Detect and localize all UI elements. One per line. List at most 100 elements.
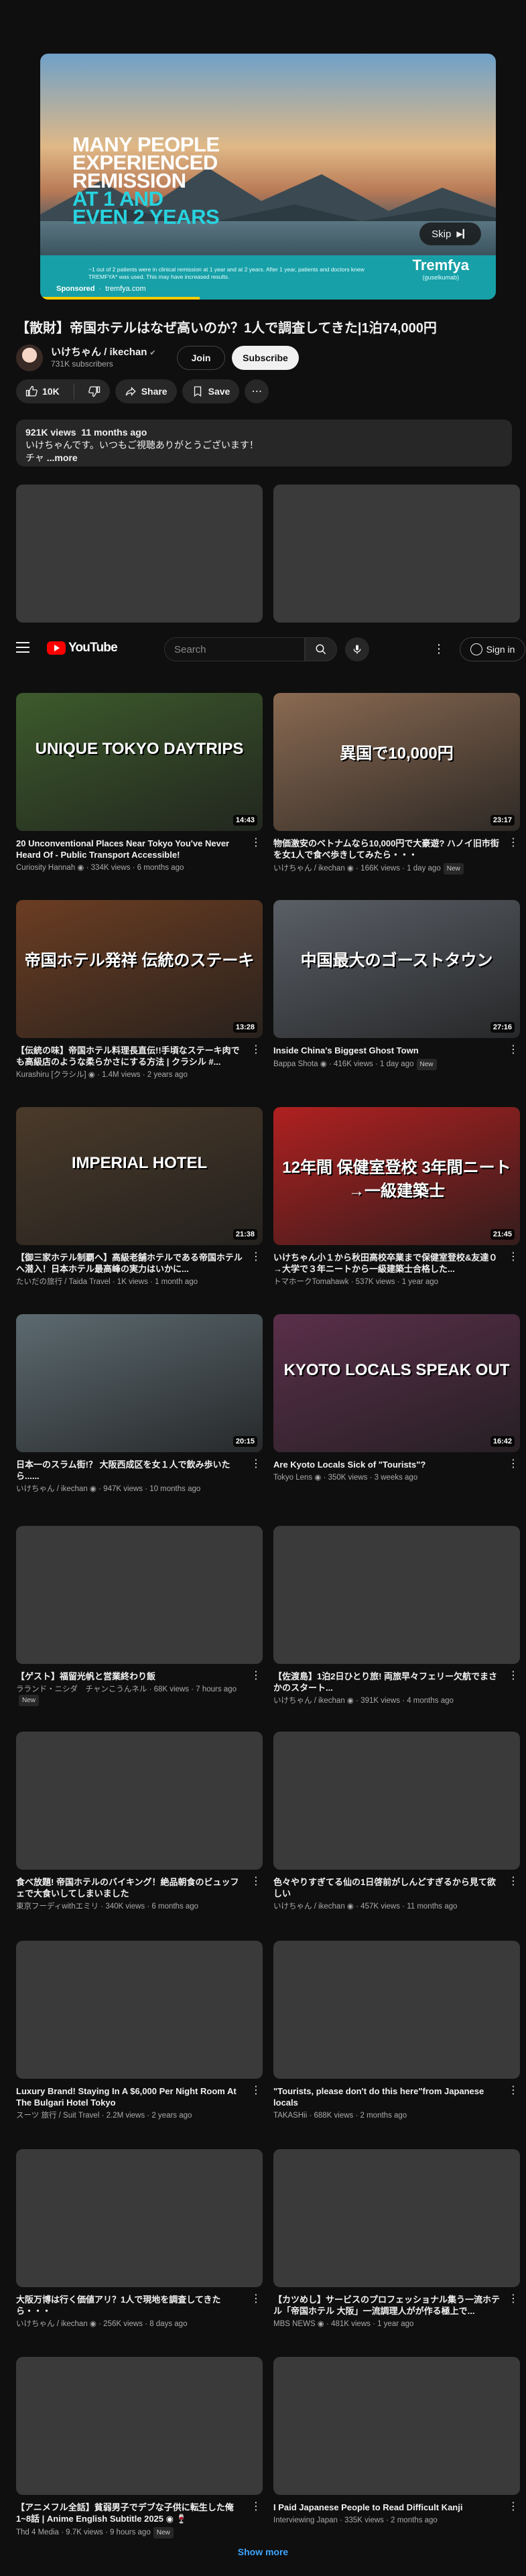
video-card[interactable]: 帝国ホテル発祥 伝統のステーキ 13:28 【伝統の味】帝国ホテル料理長直伝!!手頃… bbox=[16, 900, 263, 1080]
video-title-link[interactable]: I Paid Japanese People to Read Difficult… bbox=[273, 2502, 503, 2513]
video-thumbnail[interactable] bbox=[273, 1732, 520, 1870]
video-thumbnail[interactable] bbox=[16, 2357, 263, 2495]
search-button[interactable] bbox=[305, 637, 337, 661]
video-card[interactable]: UNIQUE TOKYO DAYTRIPS 14:43 20 Unconventio… bbox=[16, 693, 263, 873]
skip-ad-button[interactable]: Skip ▶▎ bbox=[419, 222, 481, 245]
share-button[interactable]: Share bbox=[115, 379, 177, 403]
video-thumbnail[interactable]: 異国で10,000円 23:17 bbox=[273, 693, 520, 831]
video-thumbnail[interactable] bbox=[273, 2357, 520, 2495]
video-thumbnail[interactable] bbox=[16, 1732, 263, 1870]
voice-search-button[interactable] bbox=[345, 637, 369, 661]
video-thumbnail[interactable]: 帝国ホテル発祥 伝統のステーキ 13:28 bbox=[16, 900, 263, 1038]
video-title-link[interactable]: いけちゃん小１から秋田高校卒業まで保健室登校&友達０→大学で３年ニートから一級建… bbox=[273, 1252, 503, 1275]
video-card[interactable]: 食べ放題! 帝国ホテルのバイキング！絶品朝食のビュッフェで大食いしてしまいました… bbox=[16, 1732, 263, 1912]
video-card[interactable] bbox=[273, 485, 520, 623]
kebab-menu-icon[interactable]: ⋮ bbox=[508, 1459, 519, 1470]
video-thumbnail[interactable]: KYOTO LOCALS SPEAK OUT 16:42 bbox=[273, 1314, 520, 1452]
sign-in-button[interactable]: Sign in bbox=[460, 637, 525, 661]
video-title-link[interactable]: Inside China's Biggest Ghost Town bbox=[273, 1045, 503, 1056]
video-thumbnail[interactable] bbox=[273, 485, 520, 623]
video-title-link[interactable]: 物価激安のベトナムなら10,000円で大豪遊? ハノイ旧市街を女1人で食べ歩きし… bbox=[273, 838, 503, 860]
kebab-menu-icon[interactable]: ⋮ bbox=[508, 1252, 519, 1263]
video-card[interactable]: 異国で10,000円 23:17 物価激安のベトナムなら10,000円で大豪遊? ハ… bbox=[273, 693, 520, 875]
video-thumbnail[interactable] bbox=[16, 2149, 263, 2287]
video-title-link[interactable]: 【アニメフル全話】貧弱男子でデブな子供に転生した俺 1~8話 | Anime E… bbox=[16, 2502, 245, 2524]
youtube-logo[interactable]: YouTube bbox=[47, 641, 118, 655]
kebab-menu-icon[interactable]: ⋮ bbox=[508, 1876, 519, 1887]
video-title-link[interactable]: 【カツめし】サービスのプロフェッショナル集う一流ホテル「帝国ホテル 大阪」一流調… bbox=[273, 2294, 503, 2317]
video-title-link[interactable]: 【ゲスト】福留光帆と営業終わり飯 bbox=[16, 1671, 245, 1682]
video-card[interactable]: IMPERIAL HOTEL 21:38 【御三家ホテル制覇へ】高級老舗ホテルである… bbox=[16, 1107, 263, 1287]
video-title-link[interactable]: Are Kyoto Locals Sick of "Tourists"? bbox=[273, 1459, 503, 1470]
kebab-menu-icon[interactable]: ⋮ bbox=[508, 1671, 519, 1681]
more-link[interactable]: ...more bbox=[47, 452, 78, 463]
video-card[interactable]: 色々やりすぎてる仙の1日啓前がしんどすぎるから見て欲しい いけちゃん / ikec… bbox=[273, 1732, 520, 1912]
kebab-menu-icon[interactable]: ⋮ bbox=[508, 838, 519, 848]
kebab-menu-icon[interactable]: ⋮ bbox=[251, 838, 261, 848]
video-card[interactable]: 【カツめし】サービスのプロフェッショナル集う一流ホテル「帝国ホテル 大阪」一流調… bbox=[273, 2149, 520, 2329]
join-button[interactable]: Join bbox=[177, 346, 225, 370]
kebab-menu-icon[interactable]: ⋮ bbox=[508, 2294, 519, 2305]
video-thumbnail[interactable] bbox=[273, 1526, 520, 1664]
show-more-button[interactable]: Show more bbox=[0, 2547, 526, 2557]
save-button[interactable]: Save bbox=[182, 379, 240, 403]
video-title-link[interactable]: "Tourists, please don't do this here"fro… bbox=[273, 2085, 503, 2108]
kebab-menu-icon[interactable]: ⋮ bbox=[508, 2085, 519, 2096]
video-title-link[interactable]: 大阪万博は行く価値アリ？1人で現地を調査してきた ら・・・ bbox=[16, 2294, 245, 2317]
video-card[interactable]: 【アニメフル全話】貧弱男子でデブな子供に転生した俺 1~8話 | Anime E… bbox=[16, 2357, 263, 2538]
video-card[interactable]: 【ゲスト】福留光帆と営業終わり飯 ラランド・ニシダ チャンこうんネル · 68K … bbox=[16, 1526, 263, 1706]
video-thumbnail[interactable]: UNIQUE TOKYO DAYTRIPS 14:43 bbox=[16, 693, 263, 831]
channel-avatar[interactable] bbox=[16, 344, 43, 371]
kebab-menu-icon[interactable]: ⋮ bbox=[251, 2502, 261, 2512]
video-title-link[interactable]: 【御三家ホテル制覇へ】高級老舗ホテルである帝国ホテルへ潜入！日本ホテル最高峰の実… bbox=[16, 1252, 245, 1275]
video-thumbnail[interactable]: 中国最大のゴーストタウン 27:16 bbox=[273, 900, 520, 1038]
ad-progress-bar[interactable] bbox=[40, 297, 200, 300]
video-card[interactable]: 12年間 保健室登校 3年間ニート→一級建築士 21:45 いけちゃん小１から秋田高… bbox=[273, 1107, 520, 1287]
video-title-link[interactable]: 日本一のスラム街!？ 大阪西成区を女１人で飲み歩いた ら...... bbox=[16, 1459, 245, 1482]
video-title-link[interactable]: 色々やりすぎてる仙の1日啓前がしんどすぎるから見て欲しい bbox=[273, 1876, 503, 1899]
video-thumbnail[interactable] bbox=[273, 2149, 520, 2287]
video-title-link[interactable]: 【伝統の味】帝国ホテル料理長直伝!!手頃なステーキ肉でも高級店のような柔らかさに… bbox=[16, 1045, 245, 1068]
video-thumbnail[interactable] bbox=[16, 1526, 263, 1664]
video-card[interactable]: 20:15 日本一のスラム街!？ 大阪西成区を女１人で飲み歩いた ら...... い… bbox=[16, 1314, 263, 1494]
kebab-menu-icon[interactable]: ⋮ bbox=[251, 2294, 261, 2305]
settings-kebab-icon[interactable]: ⋮ bbox=[432, 642, 446, 655]
video-card[interactable]: 大阪万博は行く価値アリ？1人で現地を調査してきた ら・・・ いけちゃん / ike… bbox=[16, 2149, 263, 2329]
description-box[interactable]: 921K views 11 months ago いけちゃんです。いつもご視聴あ… bbox=[16, 420, 512, 466]
channel-name[interactable]: いけちゃん / ikechan ✔ bbox=[51, 344, 156, 359]
video-card[interactable]: Luxury Brand! Staying In A $6,000 Per Ni… bbox=[16, 1941, 263, 2121]
video-title-link[interactable]: 【佐渡島】1泊2日ひとり旅! 両旅早々フェリー欠航でまさかのスタート... bbox=[273, 1671, 503, 1693]
video-thumbnail[interactable]: 20:15 bbox=[16, 1314, 263, 1452]
dislike-button[interactable] bbox=[79, 379, 110, 403]
video-card[interactable]: KYOTO LOCALS SPEAK OUT 16:42 Are Kyoto Loc… bbox=[273, 1314, 520, 1483]
like-button[interactable]: 10K bbox=[16, 379, 69, 403]
kebab-menu-icon[interactable]: ⋮ bbox=[251, 2085, 261, 2096]
kebab-menu-icon[interactable]: ⋮ bbox=[251, 1671, 261, 1681]
video-card[interactable]: 中国最大のゴーストタウン 27:16 Inside China's Biggest … bbox=[273, 900, 520, 1070]
hamburger-menu-icon[interactable] bbox=[16, 642, 29, 653]
search-input[interactable] bbox=[164, 637, 305, 661]
kebab-menu-icon[interactable]: ⋮ bbox=[251, 1459, 261, 1470]
video-card[interactable]: "Tourists, please don't do this here"fro… bbox=[273, 1941, 520, 2121]
kebab-menu-icon[interactable]: ⋮ bbox=[251, 1252, 261, 1263]
video-card[interactable]: 【佐渡島】1泊2日ひとり旅! 両旅早々フェリー欠航でまさかのスタート... いけち… bbox=[273, 1526, 520, 1706]
video-title-link[interactable]: 20 Unconventional Places Near Tokyo You'… bbox=[16, 838, 245, 860]
ad-player[interactable]: MANY PEOPLE EXPERIENCED REMISSION at 1 and e… bbox=[40, 54, 496, 300]
ad-domain-link[interactable]: tremfya.com bbox=[105, 285, 146, 293]
video-thumbnail[interactable]: IMPERIAL HOTEL 21:38 bbox=[16, 1107, 263, 1245]
video-card[interactable]: I Paid Japanese People to Read Difficult… bbox=[273, 2357, 520, 2526]
kebab-menu-icon[interactable]: ⋮ bbox=[508, 1045, 519, 1055]
channel-name-text[interactable]: いけちゃん / ikechan bbox=[51, 346, 147, 358]
video-title-link[interactable]: 食べ放題! 帝国ホテルのバイキング！絶品朝食のビュッフェで大食いしてしまいました bbox=[16, 1876, 245, 1899]
kebab-menu-icon[interactable]: ⋮ bbox=[251, 1876, 261, 1887]
kebab-menu-icon[interactable]: ⋮ bbox=[251, 1045, 261, 1055]
video-thumbnail[interactable] bbox=[16, 1941, 263, 2079]
subscribe-button[interactable]: Subscribe bbox=[232, 346, 299, 370]
video-title-link[interactable]: Luxury Brand! Staying In A $6,000 Per Ni… bbox=[16, 2085, 245, 2108]
video-thumbnail[interactable] bbox=[16, 485, 263, 623]
kebab-menu-icon[interactable]: ⋮ bbox=[508, 2502, 519, 2512]
more-actions-button[interactable]: ⋯ bbox=[245, 379, 269, 403]
video-card[interactable] bbox=[16, 485, 263, 623]
video-thumbnail[interactable] bbox=[273, 1941, 520, 2079]
video-thumbnail[interactable]: 12年間 保健室登校 3年間ニート→一級建築士 21:45 bbox=[273, 1107, 520, 1245]
